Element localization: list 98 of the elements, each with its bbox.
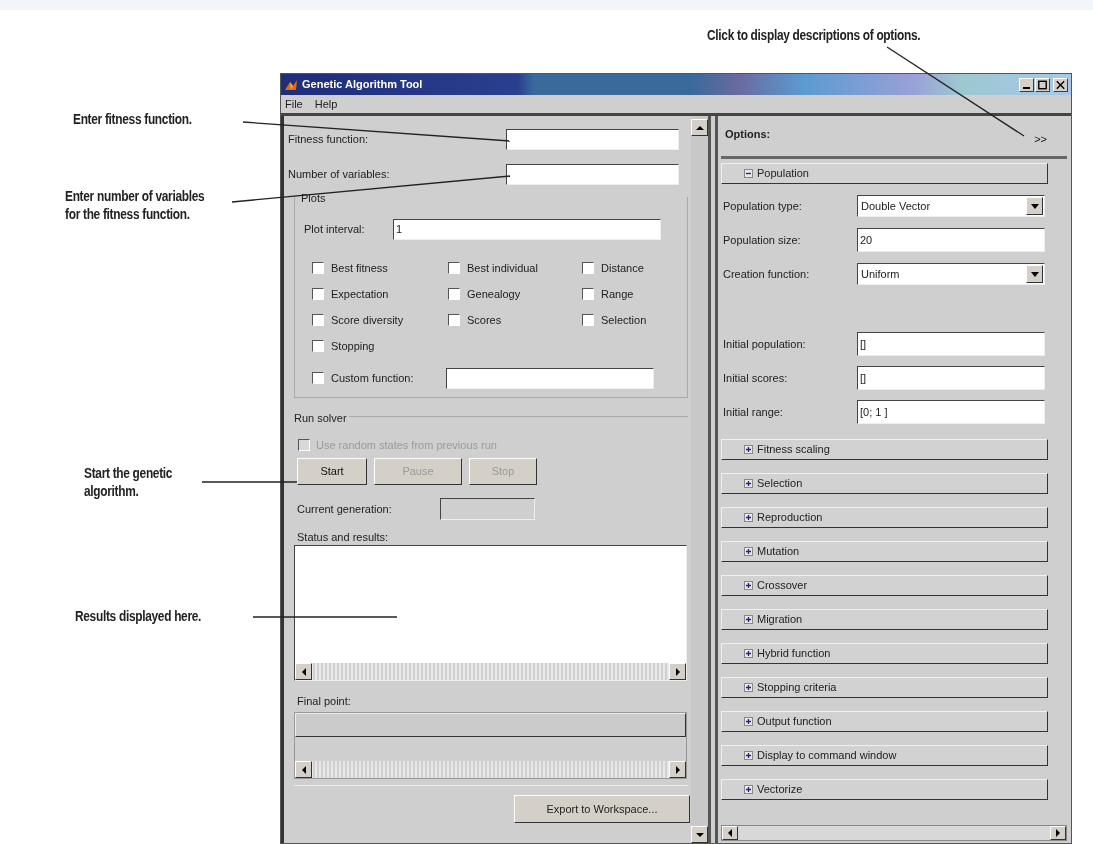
collapse-icon [744,169,753,178]
field-label: Number of variables: [287,167,391,183]
more-button[interactable]: >> [1034,131,1047,148]
field-label: Status and results: [296,530,390,545]
field-label: Fitness function: [287,132,370,148]
input-field[interactable]: [] [857,332,1045,356]
checkbox[interactable] [312,340,324,352]
expand-icon [744,717,753,726]
input-field[interactable]: 20 [857,228,1045,252]
checkbox-label: Distance [601,260,644,276]
expand-icon [744,581,753,590]
input-field[interactable]: [] [857,366,1045,390]
checkbox-label: Stopping [331,338,375,354]
expand-icon [744,649,753,658]
section-header[interactable]: Selection [721,473,1048,494]
field-label: Current generation: [297,501,393,517]
dropdown[interactable]: Double Vector [857,195,1045,217]
left-arrow-icon [727,829,733,837]
section-header[interactable]: Display to command window [721,745,1048,766]
dropdown[interactable]: Uniform [857,263,1045,285]
expand-icon [744,683,753,692]
up-arrow-icon [695,124,704,131]
options-title: Options: [725,127,771,142]
checkbox-label: Selection [601,312,647,328]
section-header[interactable]: Migration [721,609,1048,630]
checkbox[interactable] [312,372,324,384]
field-label: Final point: [296,694,352,709]
section-header[interactable]: Reproduction [721,507,1048,528]
checkbox-label: Custom function: [331,370,415,386]
right-arrow-icon [674,765,681,774]
minimize-icon [1023,86,1030,89]
input-field[interactable]: 1 [393,219,661,240]
checkbox[interactable] [312,288,324,300]
input-field[interactable]: [0; 1 ] [857,400,1045,424]
checkbox-label: Best individual [467,260,538,276]
expand-icon [744,445,753,454]
left-arrow-icon [300,667,307,676]
window-title: Genetic Algorithm Tool [302,77,423,93]
solver-button[interactable]: Start [297,458,367,485]
vertical-scrollbar[interactable] [691,116,711,843]
checkbox[interactable] [582,314,594,326]
expand-icon [744,479,753,488]
checkbox[interactable] [448,288,460,300]
checkbox[interactable] [312,314,324,326]
section-header[interactable]: Mutation [721,541,1048,562]
checkbox[interactable] [448,314,460,326]
callout-text: Start the genetic algorithm. [84,464,174,500]
checkbox[interactable] [582,262,594,274]
checkbox-label: Genealogy [467,286,521,302]
expand-icon [744,785,753,794]
export-button[interactable]: Export to Workspace... [514,795,690,823]
menu-item[interactable]: Help [314,95,338,113]
section-header[interactable]: Population [721,163,1048,184]
expand-icon [744,547,753,556]
right-arrow-icon [1055,829,1061,837]
checkbox-label: Range [601,286,634,302]
section-header[interactable]: Crossover [721,575,1048,596]
section-header[interactable]: Hybrid function [721,643,1048,664]
minimize-button[interactable] [1019,77,1034,92]
checkbox-label: Expectation [331,286,389,302]
callout-text: Results displayed here. [75,607,203,625]
maximize-button[interactable] [1035,77,1050,92]
callout-text: Enter fitness function. [73,110,193,128]
input-field[interactable] [506,164,679,185]
section-header[interactable]: Vectorize [721,779,1048,800]
input-field[interactable] [506,129,679,150]
left-arrow-icon [300,765,307,774]
callout-text: Click to display descriptions of options. [707,26,922,44]
field-label: Initial scores: [722,370,789,386]
checkbox[interactable] [582,288,594,300]
checkbox[interactable] [312,262,324,274]
horizontal-scrollbar[interactable] [721,825,1067,841]
checkbox-label: Scores [467,312,502,328]
field-label: Population type: [722,198,803,214]
field-label: Population size: [722,232,802,248]
section-header[interactable]: Fitness scaling [721,439,1048,460]
callout-text: Enter number of variables for the fitness function. [65,187,206,223]
horizontal-scrollbar[interactable] [295,663,686,680]
right-arrow-icon [674,667,681,676]
horizontal-scrollbar[interactable] [295,761,686,778]
section-header[interactable]: Stopping criteria [721,677,1048,698]
field-label: Initial range: [722,404,784,420]
expand-icon [744,751,753,760]
down-arrow-icon [1030,203,1039,209]
checkbox[interactable] [448,262,460,274]
expand-icon [744,615,753,624]
checkbox-label: Score diversity [331,312,404,328]
field-label: Creation function: [722,266,811,282]
section-header[interactable]: Output function [721,711,1048,732]
down-arrow-icon [1030,271,1039,277]
expand-icon [744,513,753,522]
field-label: Initial population: [722,336,807,352]
field-label: Plot interval: [303,222,366,238]
menu-item[interactable]: File [285,95,303,113]
input-field[interactable] [446,367,654,389]
checkbox-label: Best fitness [331,260,388,276]
down-arrow-icon [695,831,704,838]
close-button[interactable] [1053,77,1068,92]
